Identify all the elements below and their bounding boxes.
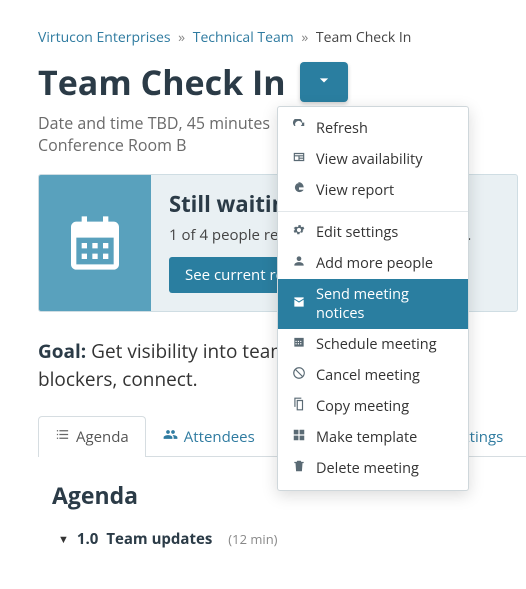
breadcrumb: Virtucon Enterprises » Technical Team » … [38,28,526,47]
breadcrumb-sep: » [178,28,185,47]
meeting-time-text: Date and time TBD, 45 minutes [38,112,270,134]
page-title: Team Check In [38,59,286,105]
agenda-item-title: Team updates [106,529,212,549]
calendar-icon [39,175,151,311]
grid-icon [292,428,306,447]
tab-label: Agenda [76,427,129,447]
agenda-item-duration: (12 min) [228,530,277,548]
menu-add-people[interactable]: Add more people [278,248,468,279]
menu-delete[interactable]: Delete meeting [278,453,468,484]
agenda-item[interactable]: ▼ 1.0 Team updates (12 min) [58,529,526,549]
menu-label: View availability [316,150,422,169]
ban-icon [292,366,306,385]
tab-label: Attendees [184,427,255,447]
mail-icon [292,295,306,314]
meeting-location-text: Conference Room B [38,134,186,156]
menu-view-report[interactable]: View report [278,175,468,206]
gear-icon [292,223,306,242]
people-icon [163,427,178,447]
breadcrumb-link-team[interactable]: Technical Team [193,28,294,47]
menu-separator [278,211,468,212]
chevron-down-icon [314,70,334,95]
menu-copy[interactable]: Copy meeting [278,391,468,422]
menu-send-notices[interactable]: Send meeting notices [278,279,468,329]
menu-schedule[interactable]: Schedule meeting [278,329,468,360]
menu-label: View report [316,181,394,200]
menu-label: Copy meeting [316,397,409,416]
actions-dropdown-menu: Refresh View availability View report Ed… [277,106,469,491]
menu-cancel[interactable]: Cancel meeting [278,360,468,391]
tab-agenda[interactable]: Agenda [38,416,146,457]
menu-label: Refresh [316,119,368,138]
calendar-grid-icon [292,335,306,354]
actions-dropdown-toggle[interactable] [300,62,348,102]
caret-down-icon: ▼ [58,532,69,547]
menu-label: Cancel meeting [316,366,420,385]
menu-refresh[interactable]: Refresh [278,113,468,144]
card-icon [292,150,306,169]
menu-edit-settings[interactable]: Edit settings [278,217,468,248]
menu-label: Make template [316,428,417,447]
trash-icon [292,459,306,478]
copy-icon [292,397,306,416]
menu-label: Send meeting notices [316,285,454,323]
breadcrumb-sep: » [301,28,308,47]
breadcrumb-current: Team Check In [316,28,411,47]
list-icon [55,427,70,447]
menu-label: Schedule meeting [316,335,437,354]
refresh-icon [292,119,306,138]
menu-label: Add more people [316,254,433,273]
pie-chart-icon [292,181,306,200]
goal-label: Goal: [38,338,86,364]
menu-label: Edit settings [316,223,398,242]
menu-label: Delete meeting [316,459,419,478]
person-add-icon [292,254,306,273]
menu-view-availability[interactable]: View availability [278,144,468,175]
menu-template[interactable]: Make template [278,422,468,453]
agenda-item-number: 1.0 [77,529,98,549]
tab-attendees[interactable]: Attendees [146,416,272,457]
breadcrumb-link-org[interactable]: Virtucon Enterprises [38,28,171,47]
